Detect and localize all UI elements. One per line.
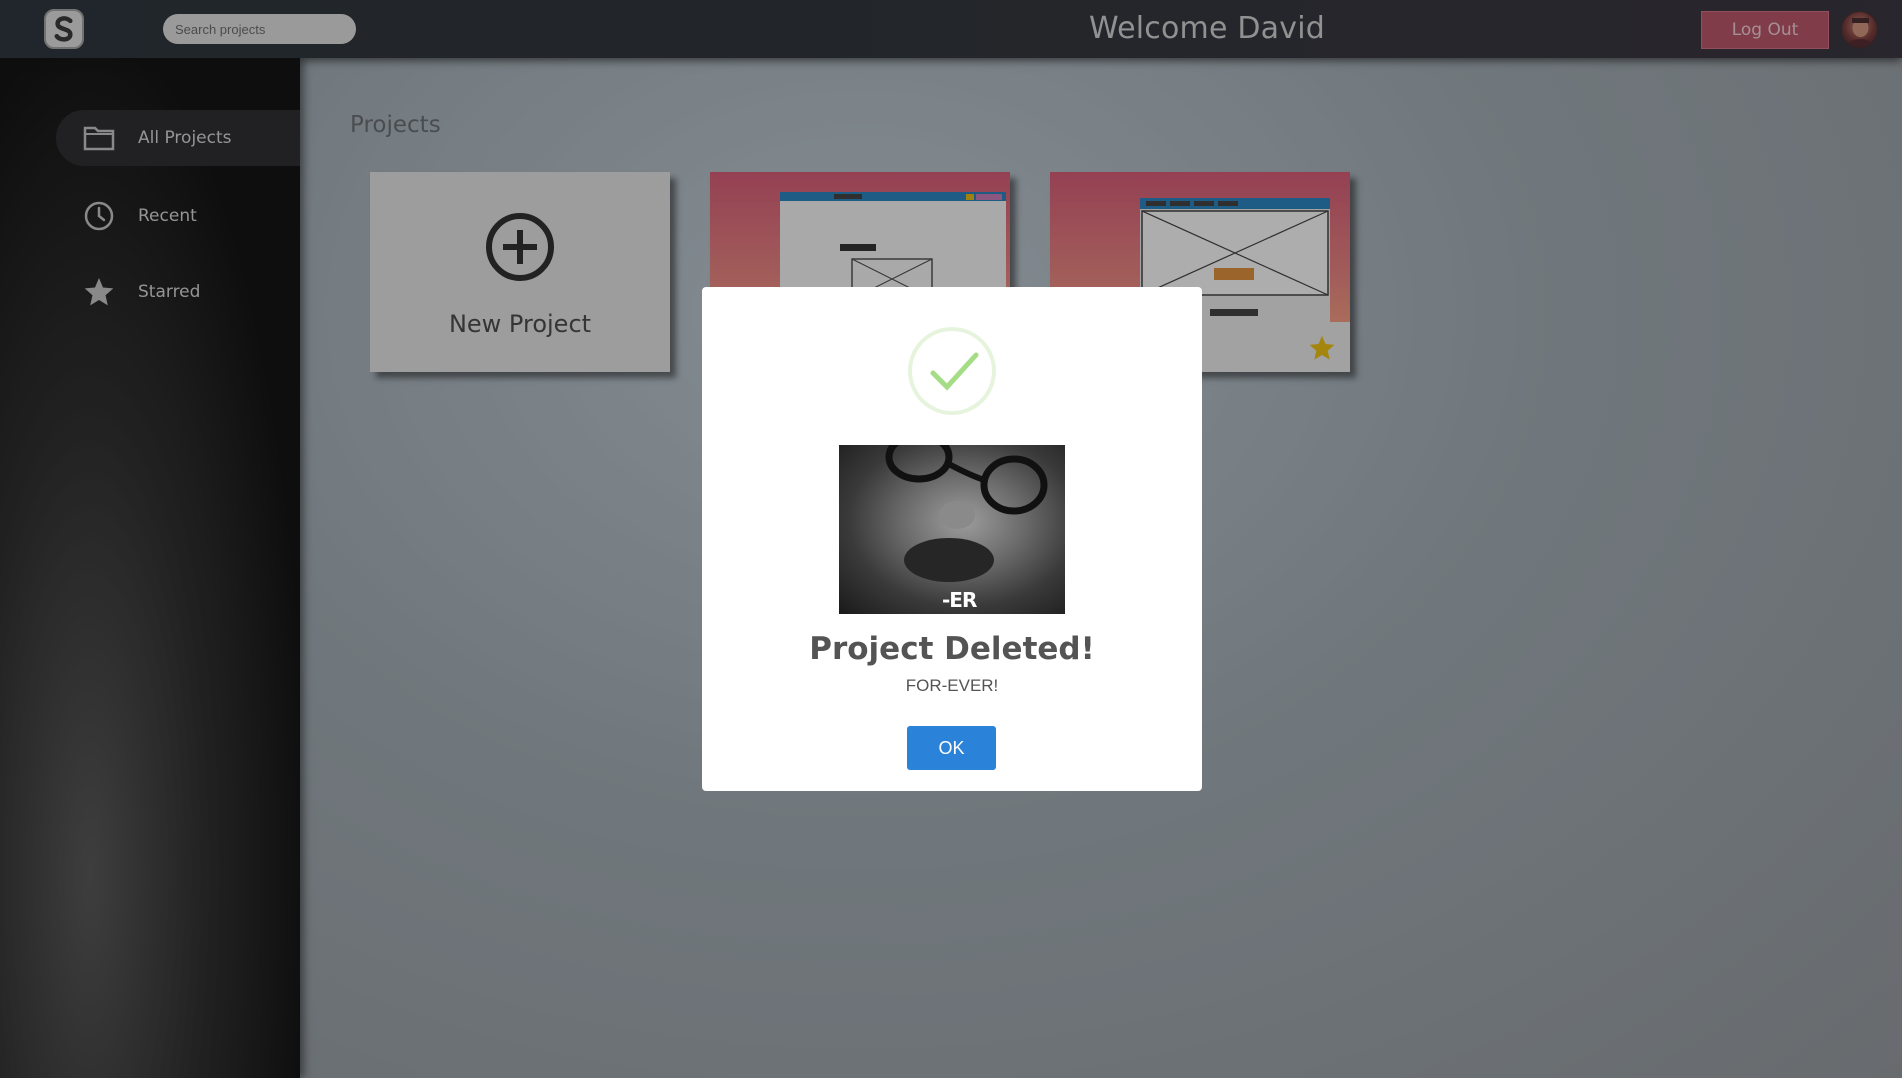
meme-caption: -ER (942, 588, 977, 612)
success-dialog: -ER Project Deleted! FOR-EVER! OK (702, 287, 1202, 791)
ok-button[interactable]: OK (907, 726, 996, 770)
dialog-message: FOR-EVER! (905, 676, 999, 695)
success-check-icon (908, 327, 996, 415)
dialog-title: Project Deleted! (809, 631, 1095, 667)
meme-image: -ER (839, 445, 1065, 614)
